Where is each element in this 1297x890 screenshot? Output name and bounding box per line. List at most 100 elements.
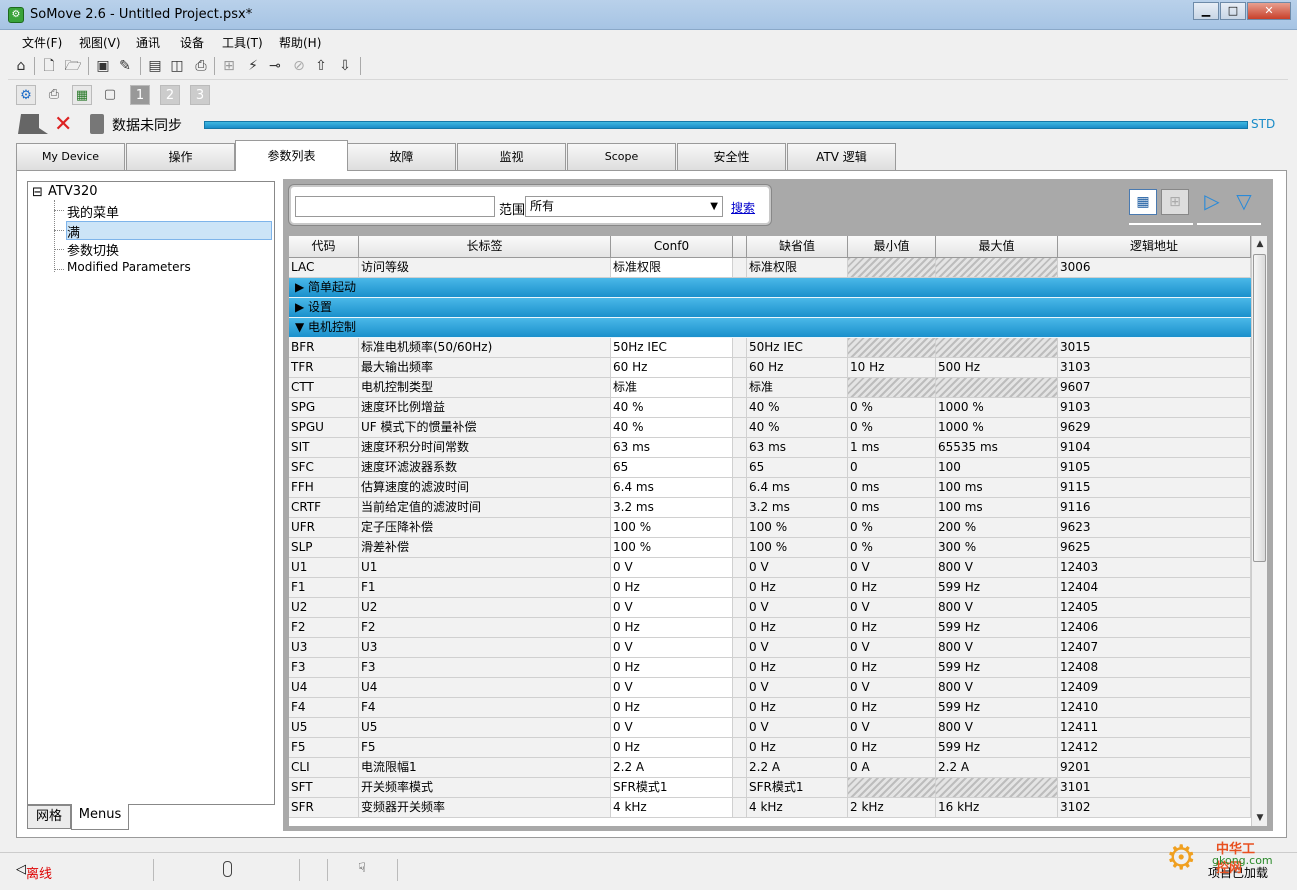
tab-monitor[interactable]: 监视 [457,143,566,170]
group-row[interactable]: ▶ 简单起动 [289,278,1251,298]
minimize-button[interactable]: ▁ [1193,2,1219,20]
compare-icon[interactable]: ▤ [146,57,164,75]
connect-icon[interactable]: ⚡ [244,57,262,75]
list-view-icon[interactable]: ▦ [1129,189,1157,215]
collapsed-icon[interactable]: ▶ [295,300,308,314]
menu-tools[interactable]: 工具(T) [222,34,263,51]
cell-conf[interactable]: 0 V [611,678,733,698]
table-row[interactable]: F2 F2 0 Hz 0 Hz 0 Hz 599 Hz 12406 [289,618,1251,638]
cell-conf[interactable]: 2.2 A [611,758,733,778]
new-file-icon[interactable]: 🗋 [40,57,58,75]
cell-conf[interactable]: 0 V [611,598,733,618]
cell-conf[interactable]: 6.4 ms [611,478,733,498]
table-row[interactable]: U5 U5 0 V0 V0 V 800 V 12411 [289,718,1251,738]
col-min[interactable]: 最小值 [848,236,936,258]
cell-conf[interactable]: 63 ms [611,438,733,458]
home-icon[interactable]: ⌂ [12,57,30,75]
tab-menus[interactable]: Menus [71,804,129,830]
table-row[interactable]: SIT 速度环积分时间常数 63 ms 63 ms 1 ms 65535 ms 9104 [289,438,1251,458]
collapsed-icon[interactable]: ▶ [295,280,308,294]
download-icon[interactable]: ⇩ [336,57,354,75]
table-row[interactable]: SPG 速度环比例增益 40 % 40 % 0 % 1000 % 9103 [289,398,1251,418]
cell-conf[interactable]: 3.2 ms [611,498,733,518]
tile-view-icon[interactable]: ⊞ [1161,189,1189,215]
cell-conf[interactable]: 0 Hz [611,738,733,758]
group-row[interactable]: ▼ 电机控制 [289,318,1251,338]
menu-help[interactable]: 帮助(H) [279,34,321,51]
scroll-thumb[interactable] [1253,254,1266,562]
table-row[interactable]: SFC 速度环滤波器系数 65 65 0 100 9105 [289,458,1251,478]
save-as-icon[interactable]: ✎ [116,57,134,75]
menu-file[interactable]: 文件(F) [22,34,62,51]
cell-conf[interactable]: 0 Hz [611,658,733,678]
print-icon[interactable]: ⎙ [192,57,210,75]
expand-all-icon[interactable]: ▷ [1199,189,1225,215]
cell-conf[interactable]: 0 Hz [611,698,733,718]
table-row[interactable]: F1 F1 0 Hz 0 Hz 0 Hz 599 Hz 12404 [289,578,1251,598]
cell-conf[interactable]: 40 % [611,398,733,418]
collapse-all-icon[interactable]: ▽ [1231,189,1257,215]
cell-conf[interactable]: 0 V [611,558,733,578]
tab-atv-logic[interactable]: ATV 逻辑 [787,143,896,170]
view-1-icon[interactable]: 1 [130,85,150,105]
view-3-icon[interactable]: 3 [190,85,210,105]
table-row[interactable]: U1 U1 0 V0 V0 V 800 V 12403 [289,558,1251,578]
cell-conf[interactable]: 0 Hz [611,578,733,598]
table-view-icon[interactable]: ▦ [72,85,92,105]
tab-scope[interactable]: Scope [567,143,676,170]
expanded-icon[interactable]: ▼ [295,320,308,334]
table-row[interactable]: F4 F4 0 Hz 0 Hz 0 Hz 599 Hz 12410 [289,698,1251,718]
menu-communication[interactable]: 通讯 [136,34,160,51]
tab-my-device[interactable]: My Device [16,143,125,170]
printer-icon[interactable]: ⎙ [44,85,64,105]
cell-conf[interactable]: 100 % [611,518,733,538]
table-row[interactable]: CRTF 当前给定值的滤波时间 3.2 ms 3.2 ms 0 ms 100 ms 9116 [289,498,1251,518]
table-row[interactable]: FFH 估算速度的滤波时间 6.4 ms 6.4 ms 0 ms 100 ms 9115 [289,478,1251,498]
cell-conf[interactable]: 0 V [611,638,733,658]
table-row[interactable]: TFR 最大输出频率 60 Hz 60 Hz 10 Hz 500 Hz 3103 [289,358,1251,378]
tab-parameter-list[interactable]: 参数列表 [235,140,348,171]
table-row[interactable]: CLI 电流限幅1 2.2 A 2.2 A0 A 2.2 A 9201 [289,758,1251,778]
table-row[interactable]: UFR 定子压降补偿 100 % 100 % 0 % 200 % 9623 [289,518,1251,538]
open-folder-icon[interactable]: 🗁 [64,57,82,75]
close-button[interactable]: ✕ [1247,2,1291,20]
tab-faults[interactable]: 故障 [347,143,456,170]
tab-operation[interactable]: 操作 [126,143,235,170]
save-icon[interactable]: ▣ [94,57,112,75]
cell-conf[interactable]: 60 Hz [611,358,733,378]
col-code[interactable]: 代码 [289,236,359,258]
disconnect-icon[interactable]: ⊘ [290,57,308,75]
col-default[interactable]: 缺省值 [747,236,848,258]
col-label[interactable]: 长标签 [359,236,611,258]
tree-item-param-switch[interactable]: 参数切换 [67,240,119,259]
table-row[interactable]: BFR 标准电机频率(50/60Hz) 50Hz IEC 50Hz IEC 3015 [289,338,1251,358]
cell-conf[interactable]: 100 % [611,538,733,558]
upload-icon[interactable]: ⇧ [312,57,330,75]
col-conf[interactable]: Conf0 [611,236,733,258]
table-row[interactable]: LAC 访问等级 标准权限 标准权限 3006 [289,258,1251,278]
page-icon[interactable]: ▢ [100,85,120,105]
tree-root[interactable]: ATV320 [48,184,98,199]
col-max[interactable]: 最大值 [936,236,1058,258]
col-address[interactable]: 逻辑地址 [1058,236,1251,258]
group-row[interactable]: ▶ 设置 [289,298,1251,318]
tab-grid[interactable]: 网格 [27,805,71,829]
cell-conf[interactable]: 标准 [611,378,733,398]
table-row[interactable]: F5 F5 0 Hz 0 Hz 0 Hz 599 Hz 12412 [289,738,1251,758]
scroll-up-icon[interactable]: ▲ [1252,236,1268,252]
cell-conf[interactable]: 65 [611,458,733,478]
search-link[interactable]: 搜索 [731,199,755,216]
table-row[interactable]: U4 U4 0 V0 V0 V 800 V 12409 [289,678,1251,698]
scope-select[interactable]: 所有 ▼ [525,196,723,217]
table-row[interactable]: F3 F3 0 Hz 0 Hz 0 Hz 599 Hz 12408 [289,658,1251,678]
maximize-button[interactable]: □ [1220,2,1246,20]
cell-conf[interactable]: 标准权限 [611,258,733,278]
view-2-icon[interactable]: 2 [160,85,180,105]
menu-view[interactable]: 视图(V) [79,34,121,51]
table-row[interactable]: SFT 开关频率模式 SFR模式1 SFR模式1 3101 [289,778,1251,798]
network-icon[interactable]: ⊞ [220,57,238,75]
table-row[interactable]: SFR 变频器开关频率 4 kHz 4 kHz 2 kHz 16 kHz 3102 [289,798,1251,818]
tab-safety[interactable]: 安全性 [677,143,786,170]
table-row[interactable]: U2 U2 0 V0 V0 V 800 V 12405 [289,598,1251,618]
device-settings-icon[interactable]: ⚙ [16,85,36,105]
